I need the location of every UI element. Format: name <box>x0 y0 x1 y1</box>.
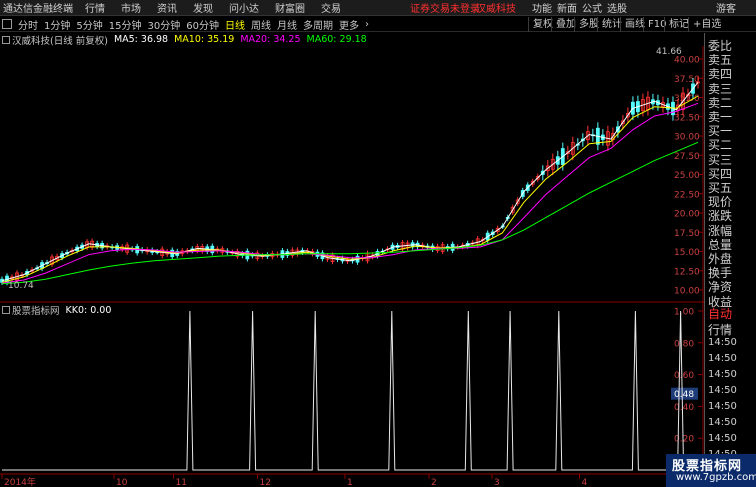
menu-item-ask[interactable]: 问小达 <box>221 0 267 15</box>
indicator-tick-label: 0.20 <box>674 435 694 445</box>
price-tick-label: 30.00 <box>674 133 700 143</box>
menu-new-page[interactable]: 新面 <box>557 0 577 15</box>
date-tick-label: 1 <box>347 478 353 487</box>
period-more[interactable]: 更多 <box>336 17 362 32</box>
app-title: 通达信金融终端 <box>3 4 73 15</box>
date-tick-label: 4 <box>582 478 588 487</box>
menu-item-news[interactable]: 资讯 <box>149 0 185 15</box>
ma20-value: MA20: 34.25 <box>240 34 301 45</box>
auto-label[interactable]: 自动 <box>708 305 732 322</box>
indicator-highlight-label: 0.48 <box>674 390 694 400</box>
quote-side-panel: 委比 卖五 卖四 卖三 卖二 卖一 买一 买二 买三 买四 买五 现价 涨跌 涨幅 总量 外盘 换手 净资 收益 自… <box>704 33 756 487</box>
menu-item-market[interactable]: 市场 <box>113 0 149 15</box>
chart-area[interactable]: 40.0037.5035.0032.5030.0027.5025.0022.50… <box>0 46 704 487</box>
price-tick-label: 22.50 <box>674 190 700 200</box>
ma5-value: MA5: 36.98 <box>113 34 169 45</box>
indicator-title: 股票指标网 <box>12 306 60 317</box>
period-weekly[interactable]: 周线 <box>248 17 274 32</box>
price-tick-label: 15.00 <box>674 248 700 258</box>
price-tick-label: 12.50 <box>674 267 700 277</box>
side-time-4: 14:50 <box>708 401 737 412</box>
price-tick-label: 27.50 <box>674 152 700 162</box>
side-time-5: 14:50 <box>708 417 737 428</box>
indicator-value: KK0: 0.00 <box>65 304 112 316</box>
date-tick-label: 11 <box>176 478 187 487</box>
high-price-label: 41.66 <box>656 47 682 57</box>
stock-name: 汉威科技 <box>476 4 516 15</box>
date-tick-label: 10 <box>116 478 128 487</box>
login-status[interactable]: 证券交易未登录 <box>410 0 480 15</box>
period-15min[interactable]: 15分钟 <box>106 17 145 32</box>
side-time-1: 14:50 <box>708 353 737 364</box>
date-tick-label: 3 <box>494 478 500 487</box>
date-tick-label: 12 <box>260 478 271 487</box>
menu-function[interactable]: 功能 <box>532 0 552 15</box>
date-tick-label: 2 <box>431 478 437 487</box>
menu-item-quotes[interactable]: 行情 <box>77 0 113 15</box>
chevron-right-icon[interactable]: › <box>362 19 372 30</box>
period-daily[interactable]: 日线 <box>222 17 248 32</box>
period-multi[interactable]: 多周期 <box>300 17 336 32</box>
menu-item-wealth[interactable]: 财富圈 <box>267 0 313 15</box>
chart-menu-icon[interactable] <box>2 35 10 44</box>
price-tick-label: 10.00 <box>674 287 700 297</box>
price-tick-label: 17.50 <box>674 229 700 239</box>
quotes-label: 行情 <box>708 323 733 337</box>
price-tick-label: 20.00 <box>674 210 700 220</box>
price-tick-label: 40.00 <box>674 56 700 66</box>
period-monthly[interactable]: 月线 <box>274 17 300 32</box>
period-toolbar: 分时 1分钟 5分钟 15分钟 30分钟 60分钟 日线 周线 月线 多周期 更… <box>0 17 756 32</box>
menu-item-trade[interactable]: 交易 <box>313 0 349 15</box>
period-30min[interactable]: 30分钟 <box>144 17 183 32</box>
chart-header: 汉威科技(日线 前复权) MA5: 36.98 MA10: 35.19 MA20… <box>0 33 367 47</box>
menu-formula[interactable]: 公式 <box>582 0 602 15</box>
indicator-tick-label: 0.60 <box>674 371 694 381</box>
period-1min[interactable]: 1分钟 <box>41 17 73 32</box>
indicator-header: 股票指标网 KK0: 0.00 <box>0 304 112 317</box>
watermark-line2: www.7gpzb.com <box>676 472 756 483</box>
add-watchlist-button[interactable]: +自选 <box>688 17 725 32</box>
low-price-label: 10.74 <box>8 281 34 291</box>
menu-item-discover[interactable]: 发现 <box>185 0 221 15</box>
side-time-0: 14:50 <box>708 337 737 348</box>
side-time-2: 14:50 <box>708 369 737 380</box>
layout-icon[interactable] <box>2 19 12 29</box>
indicator-menu-icon[interactable] <box>2 306 10 314</box>
side-time-3: 14:50 <box>708 385 737 396</box>
period-60min[interactable]: 60分钟 <box>183 17 222 32</box>
ma10-value: MA10: 35.19 <box>174 34 235 45</box>
menu-stock-pick[interactable]: 选股 <box>607 0 627 15</box>
date-tick-label: 2014年 <box>4 476 36 487</box>
indicator-tick-label: 1.00 <box>674 308 694 318</box>
indicator-tick-label: 0.40 <box>674 403 694 413</box>
ma60-value: MA60: 29.18 <box>306 34 367 45</box>
period-5min[interactable]: 5分钟 <box>73 17 105 32</box>
indicator-tick-label: 0.80 <box>674 339 694 349</box>
chart-title: 汉威科技(日线 前复权) <box>12 35 108 47</box>
watermark-logo: 股票指标网 www.7gpzb.com <box>666 454 756 487</box>
menu-guest[interactable]: 游客 <box>716 0 736 15</box>
price-tick-label: 25.00 <box>674 171 700 181</box>
side-time-6: 14:50 <box>708 433 737 444</box>
period-intraday[interactable]: 分时 <box>15 17 41 32</box>
menu-bar: 通达信金融终端 行情 市场 资讯 发现 问小达 财富圈 交易 证券交易未登录 汉… <box>0 0 756 16</box>
